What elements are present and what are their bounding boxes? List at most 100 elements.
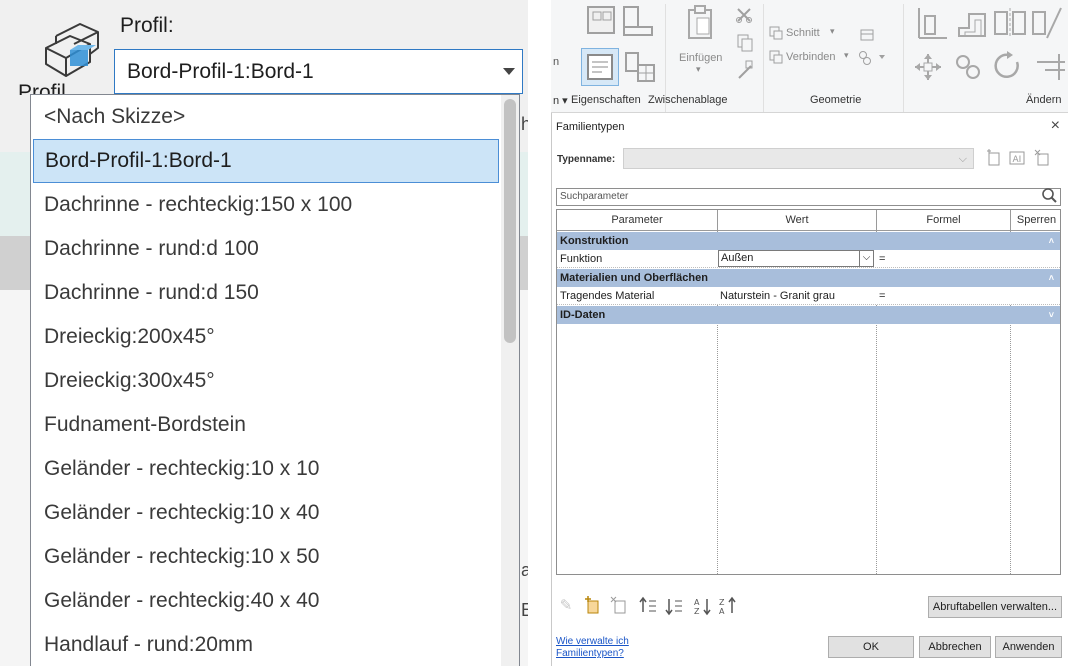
dropdown-item[interactable]: <Nach Skizze>	[31, 95, 501, 139]
group-header-construction[interactable]: Konstruktion ˄	[557, 232, 1060, 250]
type-name-combobox[interactable]: ⌵	[623, 148, 974, 169]
cut-icon[interactable]	[735, 6, 753, 24]
material-value[interactable]: Naturstein - Granit grau	[720, 287, 835, 305]
mirror-pick-axis-icon[interactable]	[993, 6, 1027, 40]
dropdown-item[interactable]: Dachrinne - rund:d 150	[31, 271, 501, 315]
type-name-label: Typenname:	[557, 154, 616, 165]
edge-text-fragment: h	[521, 114, 528, 134]
ok-button[interactable]: OK	[828, 636, 914, 658]
align-icon[interactable]	[915, 6, 949, 40]
formula-field[interactable]: =	[879, 287, 885, 305]
wall-join-icon[interactable]	[859, 26, 875, 42]
chevron-down-icon[interactable]	[502, 64, 516, 78]
ribbon: n Einfügen ▾ Schnitt ▾ Verbinden ▾ n ▾ E…	[551, 0, 1068, 113]
mirror-draw-axis-icon[interactable]	[1031, 6, 1065, 40]
dropdown-item[interactable]: Geländer - rechteckig:10 x 10	[31, 447, 501, 491]
apply-button[interactable]: Anwenden	[995, 636, 1062, 658]
manage-lookup-tables-button[interactable]: Abruftabellen verwalten...	[928, 596, 1062, 618]
family-types-active-icon[interactable]	[581, 48, 619, 86]
move-parameter-down-icon[interactable]	[664, 596, 684, 616]
dropdown-item[interactable]: Dachrinne - rechteckig:150 x 100	[31, 183, 501, 227]
svg-text:AI: AI	[1013, 155, 1022, 165]
group-header-materials[interactable]: Materialien und Oberflächen ˄	[557, 269, 1060, 287]
expand-icon[interactable]: ˅	[1049, 306, 1054, 324]
table-row[interactable]: Tragendes Material Naturstein - Granit g…	[557, 287, 1060, 305]
cut-geometry-label[interactable]: Schnitt	[786, 27, 820, 39]
rotate-icon[interactable]	[991, 50, 1023, 82]
search-icon[interactable]	[1040, 186, 1058, 206]
group-header-id-data[interactable]: ID-Daten ˅	[557, 306, 1060, 324]
dropdown-item[interactable]: Dachrinne - rund:d 100	[31, 227, 501, 271]
delete-parameter-icon[interactable]	[610, 596, 630, 616]
dropdown-scrollbar[interactable]	[501, 95, 519, 666]
chevron-down-icon[interactable]: ▾	[844, 50, 849, 61]
search-placeholder: Suchparameter	[560, 191, 629, 202]
ribbon-separator	[903, 4, 904, 112]
ribbon-fragment: n	[553, 56, 560, 68]
move-icon[interactable]	[913, 52, 943, 82]
column-header-parameter[interactable]: Parameter	[557, 210, 718, 231]
dropdown-item[interactable]: Geländer - rechteckig:10 x 50	[31, 535, 501, 579]
ribbon-prefix[interactable]: n ▾	[553, 94, 568, 107]
collapse-icon[interactable]: ˄	[1049, 269, 1054, 287]
dropdown-item[interactable]: Bord-Profil-1:Bord-1	[33, 139, 499, 183]
edit-parameter-icon[interactable]: ✎	[556, 596, 576, 616]
search-parameters-input[interactable]: Suchparameter	[556, 188, 1061, 206]
group-label: Materialien und Oberflächen	[560, 272, 708, 284]
new-type-icon[interactable]	[985, 149, 1003, 167]
scrollbar-thumb[interactable]	[504, 99, 516, 343]
column-header-value[interactable]: Wert	[718, 210, 877, 231]
chevron-down-icon[interactable]: ▾	[696, 64, 701, 75]
sort-ascending-icon[interactable]: AZ	[693, 596, 713, 616]
match-properties-icon[interactable]	[737, 60, 753, 80]
function-select-value: Außen	[721, 252, 754, 264]
dropdown-item[interactable]: Geländer - rechteckig:10 x 40	[31, 491, 501, 535]
family-category-icon[interactable]	[623, 50, 657, 84]
paste-label[interactable]: Einfügen	[679, 52, 722, 64]
function-select[interactable]: Außen ⌵	[718, 250, 874, 267]
dropdown-item[interactable]: Dreieckig:200x45°	[31, 315, 501, 359]
profile-icon	[40, 14, 108, 84]
sort-descending-icon[interactable]: ZA	[718, 596, 738, 616]
profile-panel: Profil: Bord-Profil-1:Bord-1 Profil <Nac…	[0, 0, 528, 666]
profile-combobox[interactable]: Bord-Profil-1:Bord-1	[114, 49, 523, 94]
dropdown-item[interactable]: Fudnament-Bordstein	[31, 403, 501, 447]
family-types-icon[interactable]	[621, 4, 655, 38]
ribbon-group-properties[interactable]: Eigenschaften	[571, 94, 641, 106]
chevron-down-icon[interactable]: ▾	[830, 26, 835, 37]
delete-type-icon[interactable]	[1034, 149, 1052, 167]
close-icon[interactable]: ×	[1051, 117, 1060, 135]
dropdown-item[interactable]: Dreieckig:300x45°	[31, 359, 501, 403]
offset-icon[interactable]	[955, 6, 989, 40]
formula-field[interactable]: =	[879, 250, 885, 268]
rename-type-icon[interactable]: AI	[1008, 149, 1026, 167]
cancel-button[interactable]: Abbrechen	[919, 636, 991, 658]
group-label: ID-Daten	[560, 309, 606, 321]
ribbon-group-geometry: Geometrie	[810, 94, 862, 106]
dropdown-item[interactable]: Handlauf - rund:20mm	[31, 623, 501, 666]
join-geometry-label[interactable]: Verbinden	[786, 51, 836, 63]
table-row[interactable]: Funktion Außen ⌵ =	[557, 250, 1060, 268]
profile-dropdown-list[interactable]: <Nach Skizze> Bord-Profil-1:Bord-1 Dachrin…	[30, 94, 520, 666]
type-properties-icon[interactable]	[585, 4, 619, 38]
column-header-lock[interactable]: Sperren	[1011, 210, 1060, 231]
copy-element-icon[interactable]	[953, 52, 983, 82]
trim-extend-icon[interactable]	[1033, 50, 1067, 82]
help-link[interactable]: Wie verwalte ich Familientypen?	[556, 636, 651, 660]
revit-window: n Einfügen ▾ Schnitt ▾ Verbinden ▾ n ▾ E…	[551, 0, 1068, 666]
new-parameter-icon[interactable]	[583, 596, 603, 616]
dropdown-item[interactable]: Geländer - rechteckig:40 x 40	[31, 579, 501, 623]
collapse-icon[interactable]: ˄	[1049, 232, 1054, 250]
chevron-down-icon[interactable]: ⌵	[859, 251, 873, 266]
parameter-name: Funktion	[560, 253, 603, 265]
column-header-formula[interactable]: Formel	[877, 210, 1011, 231]
chevron-down-icon[interactable]: ⌵	[959, 153, 967, 166]
split-face-icon[interactable]	[857, 50, 887, 66]
copy-icon[interactable]	[737, 34, 753, 52]
clipboard-icon[interactable]	[685, 4, 715, 42]
cut-geometry-icon[interactable]	[769, 26, 783, 40]
profile-label: Profil:	[120, 14, 174, 37]
move-parameter-up-icon[interactable]	[638, 596, 658, 616]
join-geometry-icon[interactable]	[769, 50, 783, 64]
parameter-grid: Parameter Wert Formel Sperren Konstrukti…	[556, 209, 1061, 575]
